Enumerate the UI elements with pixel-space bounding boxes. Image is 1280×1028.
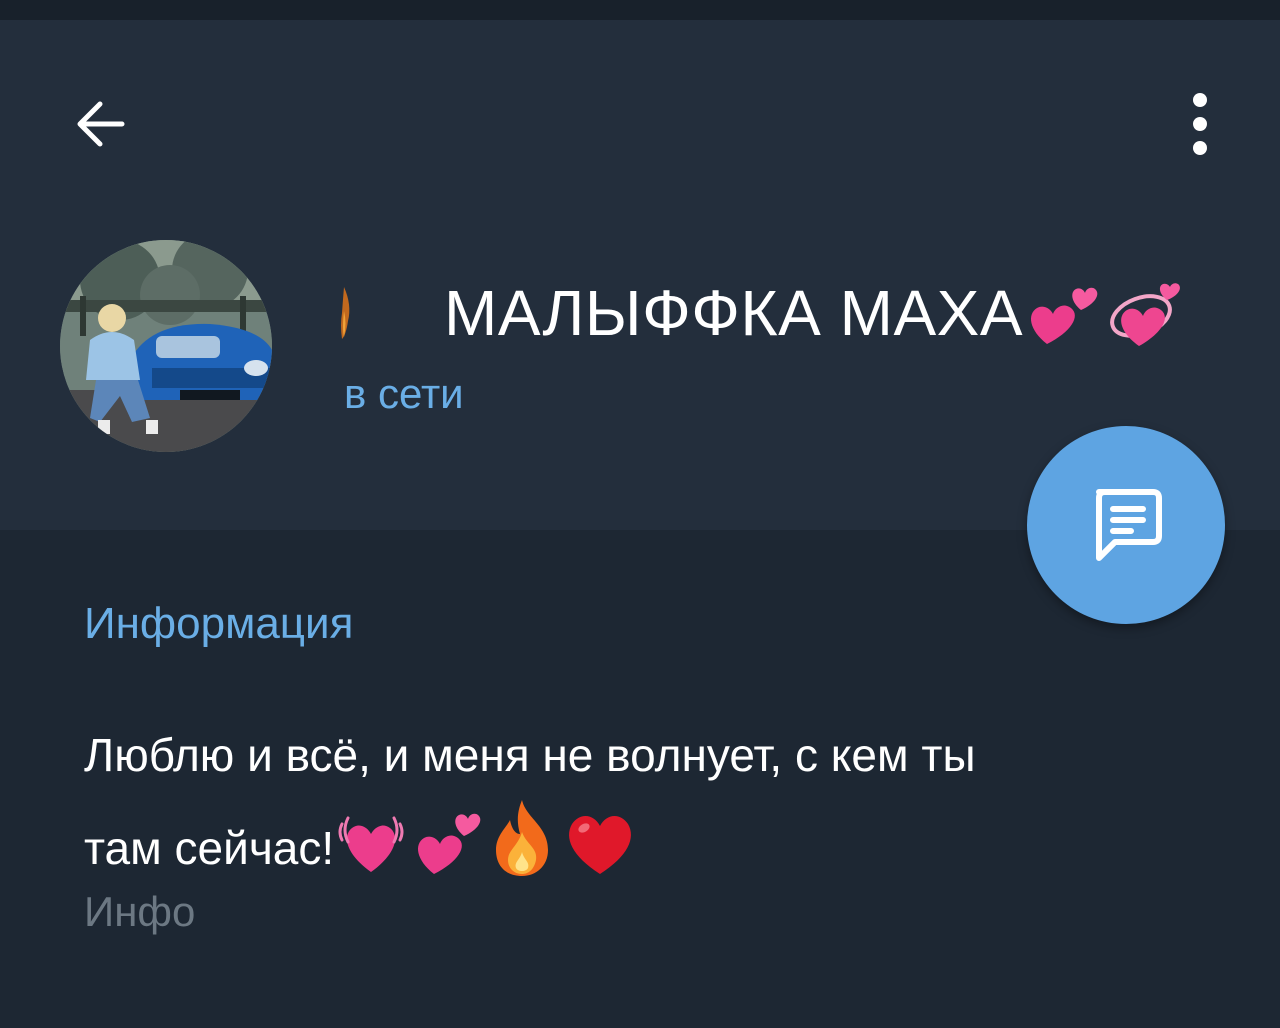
bio-line-1: Люблю и всё, и меня не волнует, с кем ты [84, 729, 976, 781]
bio-line-2-text: там сейчас! [84, 822, 335, 874]
two-hearts-emoji-icon [1025, 274, 1103, 352]
send-message-button[interactable] [1027, 426, 1225, 624]
more-menu-button[interactable] [1160, 84, 1240, 164]
fire-emoji-icon [486, 796, 558, 903]
beating-heart-emoji-icon [336, 802, 406, 903]
bio-text[interactable]: Люблю и всё, и меня не волнует, с кем ты… [84, 714, 1234, 903]
more-vertical-icon [1193, 93, 1207, 155]
info-section-title: Информация [84, 599, 354, 648]
two-hearts-emoji-icon [408, 802, 484, 903]
red-heart-emoji-icon [560, 802, 640, 903]
profile-name-row: МАЛЫФФКА МАХА [338, 268, 1183, 358]
profile-name: МАЛЫФФКА МАХА [444, 277, 1023, 349]
message-icon [1096, 489, 1162, 561]
bio-caption: Инфо [84, 888, 196, 935]
back-button[interactable] [60, 84, 140, 164]
arrow-left-icon [77, 101, 125, 147]
bio-line-2: там сейчас! [84, 796, 1234, 903]
online-status: в сети [344, 370, 464, 417]
avatar[interactable] [60, 240, 272, 452]
status-bar-strip [0, 0, 1280, 20]
flame-mark-icon [338, 285, 352, 341]
avatar-photo [60, 240, 272, 452]
revolving-hearts-emoji-icon [1105, 274, 1183, 352]
